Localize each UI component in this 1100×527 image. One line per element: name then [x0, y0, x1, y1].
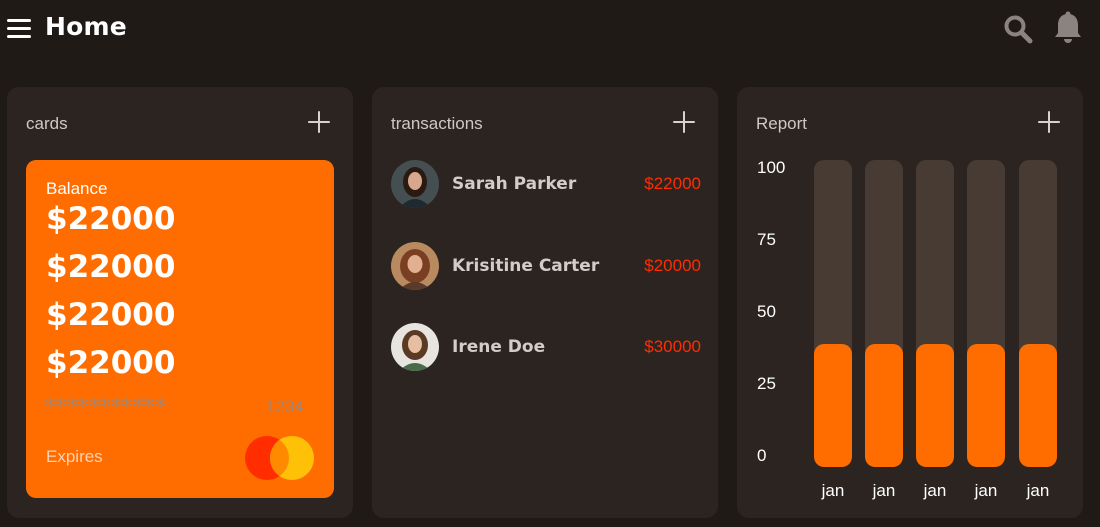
bar-track [814, 160, 852, 467]
balance-amount: $22000 [46, 345, 176, 381]
x-axis-label: jan [923, 481, 947, 500]
transaction-amount: $22000 [644, 174, 701, 193]
add-transaction-plus-icon[interactable] [673, 111, 695, 133]
y-axis-tick: 0 [757, 446, 767, 465]
app-header: Home [0, 0, 1100, 60]
x-axis-label: jan [821, 481, 845, 500]
bar[interactable] [814, 344, 852, 467]
card-last-four: 1234 [266, 397, 304, 416]
y-axis-tick: 75 [757, 230, 776, 249]
bar[interactable] [865, 344, 903, 467]
x-axis-label: jan [872, 481, 896, 500]
transaction-row[interactable]: Sarah Parker $22000 [391, 160, 701, 210]
transactions-title: transactions [391, 114, 483, 133]
x-axis-label: jan [974, 481, 998, 500]
search-icon[interactable] [1003, 14, 1033, 44]
add-card-plus-icon[interactable] [308, 111, 330, 133]
transaction-row[interactable]: Irene Doe $30000 [391, 323, 701, 373]
card-expires-label: Expires [46, 447, 103, 466]
bar[interactable] [967, 344, 1005, 467]
transaction-row[interactable]: Krisitine Carter $20000 [391, 242, 701, 292]
avatar [391, 242, 439, 290]
transaction-name: Sarah Parker [452, 174, 577, 194]
x-axis-label: jan [1026, 481, 1050, 500]
transaction-amount: $20000 [644, 256, 701, 275]
transaction-name: Irene Doe [452, 337, 546, 357]
hamburger-menu-icon[interactable] [7, 19, 31, 38]
bar[interactable] [1019, 344, 1057, 467]
y-axis-tick: 25 [757, 374, 776, 393]
transaction-name: Krisitine Carter [452, 256, 600, 276]
mastercard-icon [245, 436, 317, 480]
balance-amount: $22000 [46, 201, 176, 237]
y-axis-tick: 100 [757, 158, 786, 177]
bar-track [865, 160, 903, 467]
report-panel: Report 100 75 50 25 0 jan jan jan jan jan [737, 87, 1083, 518]
bar[interactable] [916, 344, 954, 467]
transactions-panel: transactions Sarah Parker $22000 Krisiti… [372, 87, 718, 518]
y-axis-tick: 50 [757, 302, 776, 321]
cards-title: cards [26, 114, 68, 133]
balance-label: Balance [46, 179, 108, 198]
transaction-amount: $30000 [644, 337, 701, 356]
balance-amount: $22000 [46, 249, 176, 285]
bar-track [916, 160, 954, 467]
cards-panel: cards Balance $22000 $22000 $22000 $2200… [7, 87, 353, 518]
page-title: Home [45, 12, 127, 41]
add-report-plus-icon[interactable] [1038, 111, 1060, 133]
balance-amount: $22000 [46, 297, 176, 333]
bell-icon[interactable] [1053, 11, 1083, 45]
credit-card[interactable]: Balance $22000 $22000 $22000 $22000 ****… [26, 160, 334, 498]
avatar [391, 160, 439, 208]
bar-track [967, 160, 1005, 467]
avatar [391, 323, 439, 371]
masked-card-number: *********** [44, 393, 166, 421]
bar-track [1019, 160, 1057, 467]
report-title: Report [756, 114, 808, 133]
